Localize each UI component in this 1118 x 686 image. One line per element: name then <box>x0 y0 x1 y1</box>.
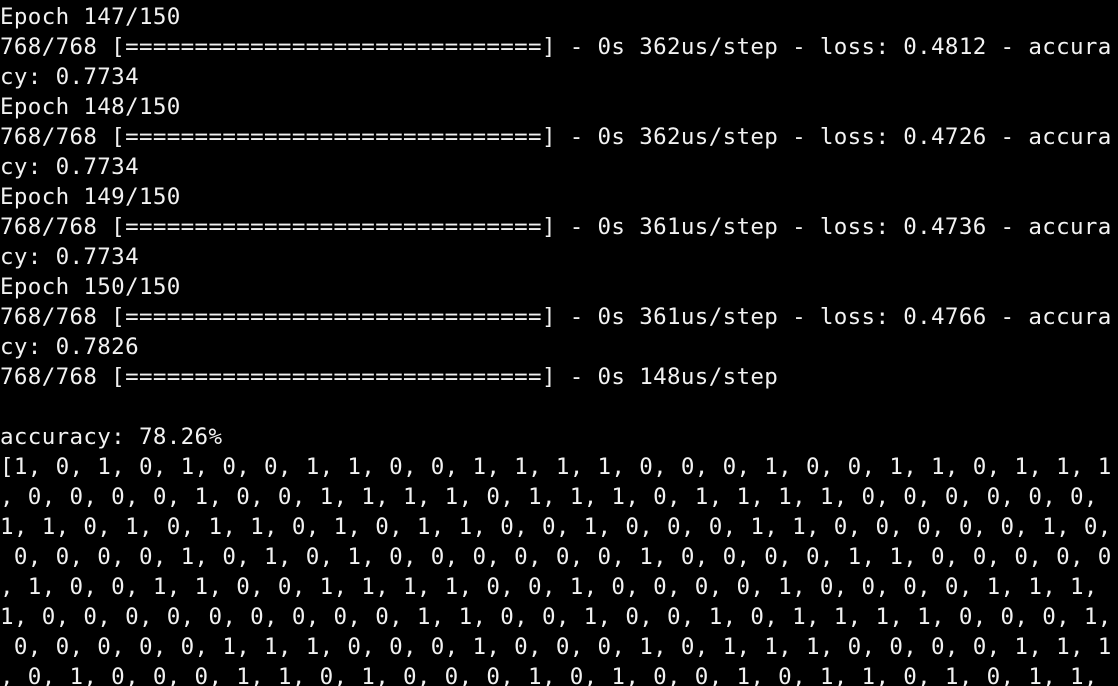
output-line: , 0, 1, 0, 0, 0, 1, 1, 0, 1, 0, 0, 0, 1,… <box>0 664 1098 686</box>
output-line: accuracy: 78.26% <box>0 424 223 450</box>
output-line: cy: 0.7734 <box>0 244 139 270</box>
output-line: 768/768 [==============================]… <box>0 304 1112 330</box>
output-line: Epoch 147/150 <box>0 4 181 30</box>
output-line: 768/768 [==============================]… <box>0 364 779 390</box>
output-line: 768/768 [==============================]… <box>0 124 1112 150</box>
output-line: , 0, 0, 0, 0, 1, 0, 0, 1, 1, 1, 1, 0, 1,… <box>0 484 1098 510</box>
output-line: [1, 0, 1, 0, 1, 0, 0, 1, 1, 0, 0, 1, 1, … <box>0 454 1112 480</box>
output-line: Epoch 150/150 <box>0 274 181 300</box>
output-line: , 1, 0, 0, 1, 1, 0, 0, 1, 1, 1, 1, 0, 0,… <box>0 574 1098 600</box>
output-line: 1, 1, 0, 1, 0, 1, 1, 0, 1, 0, 1, 1, 0, 0… <box>0 514 1112 540</box>
output-line: cy: 0.7734 <box>0 64 139 90</box>
output-line: cy: 0.7826 <box>0 334 139 360</box>
output-line: 768/768 [==============================]… <box>0 34 1112 60</box>
output-line: Epoch 149/150 <box>0 184 181 210</box>
terminal-output[interactable]: Epoch 147/150 768/768 [=================… <box>0 0 1118 686</box>
output-line: Epoch 148/150 <box>0 94 181 120</box>
output-line: 1, 0, 0, 0, 0, 0, 0, 0, 0, 0, 1, 1, 0, 0… <box>0 604 1112 630</box>
output-line: 768/768 [==============================]… <box>0 214 1112 240</box>
output-line: 0, 0, 0, 0, 0, 1, 1, 1, 0, 0, 0, 1, 0, 0… <box>0 634 1112 660</box>
output-line: 0, 0, 0, 0, 1, 0, 1, 0, 1, 0, 0, 0, 0, 0… <box>0 544 1112 570</box>
output-line: cy: 0.7734 <box>0 154 139 180</box>
